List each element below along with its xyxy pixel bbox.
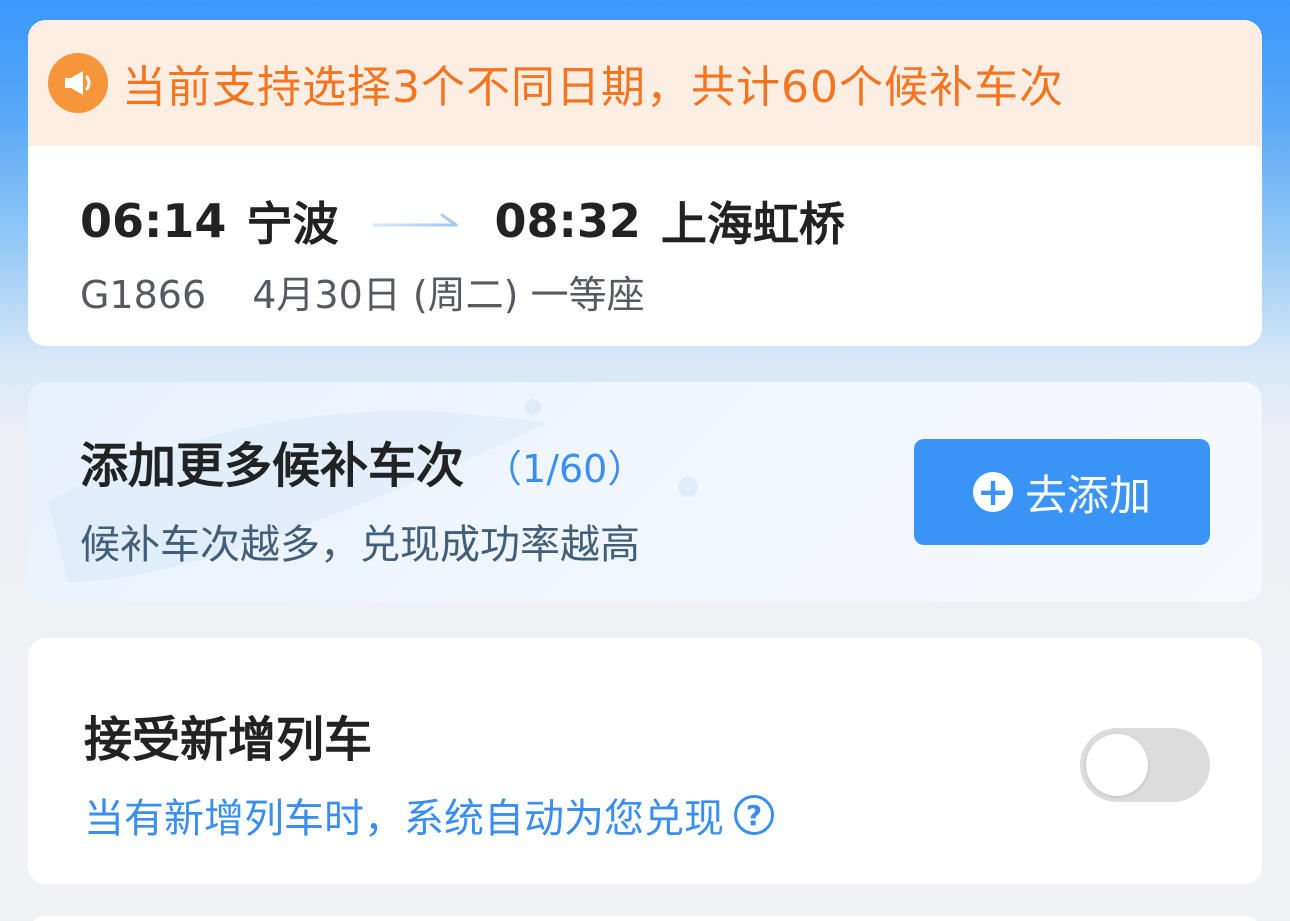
accept-new-trains-card: 接受新增列车 当有新增列车时，系统自动为您兑现 ? xyxy=(28,638,1262,884)
next-card-edge xyxy=(28,916,1262,921)
accept-new-trains-toggle[interactable] xyxy=(1080,728,1210,802)
train-number: G1866 xyxy=(80,273,207,317)
accept-new-trains-subtitle-text: 当有新增列车时，系统自动为您兑现 xyxy=(84,796,724,842)
add-train-button-label: 去添加 xyxy=(1024,470,1151,520)
depart-time: 06:14 xyxy=(80,194,227,248)
megaphone-icon xyxy=(48,53,108,113)
add-more-subtitle: 候补车次越多，兑现成功率越高 xyxy=(80,522,640,568)
depart-city: 宁波 xyxy=(246,197,339,251)
trip-card: 当前支持选择3个不同日期，共计60个候补车次 06:14 宁波 08:32 上海… xyxy=(28,20,1262,346)
notice-banner: 当前支持选择3个不同日期，共计60个候补车次 xyxy=(28,20,1262,146)
add-more-card: 添加更多候补车次 （1/60） 候补车次越多，兑现成功率越高 + 去添加 xyxy=(28,382,1262,602)
arrive-city: 上海虹桥 xyxy=(660,197,845,251)
add-more-title: 添加更多候补车次 （1/60） xyxy=(80,426,645,496)
accept-new-trains-title: 接受新增列车 xyxy=(84,712,373,768)
toggle-knob xyxy=(1086,734,1148,796)
accept-new-trains-subtitle: 当有新增列车时，系统自动为您兑现 ? xyxy=(84,786,774,844)
route-arrow-icon xyxy=(372,213,458,227)
add-more-title-text: 添加更多候补车次 xyxy=(80,438,465,494)
trip-meta: G1866 4月30日 (周二) 一等座 xyxy=(80,264,645,319)
route-row: 06:14 宁波 08:32 上海虹桥 xyxy=(80,188,845,254)
help-icon[interactable]: ? xyxy=(734,795,774,835)
add-more-count: （1/60） xyxy=(484,447,646,491)
add-train-button[interactable]: + 去添加 xyxy=(914,439,1210,545)
date-seat: 4月30日 (周二) 一等座 xyxy=(252,273,645,317)
plus-circle-icon: + xyxy=(972,472,1013,512)
arrive-time: 08:32 xyxy=(494,194,641,248)
notice-text: 当前支持选择3个不同日期，共计60个候补车次 xyxy=(122,62,1064,113)
